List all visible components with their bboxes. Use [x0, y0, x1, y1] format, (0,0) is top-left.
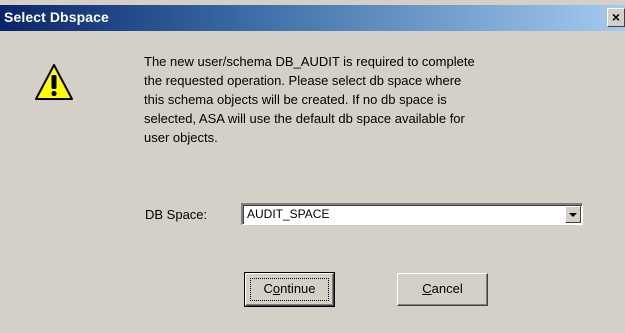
- dropdown-arrow-button[interactable]: [565, 206, 581, 223]
- focus-rectangle: [250, 278, 329, 301]
- db-space-dropdown[interactable]: AUDIT_SPACE: [241, 203, 583, 225]
- close-icon: ×: [611, 9, 621, 25]
- close-button[interactable]: ×: [607, 8, 625, 27]
- warning-icon: [35, 64, 73, 100]
- message-text: The new user/schema DB_AUDIT is required…: [144, 54, 475, 145]
- cancel-button[interactable]: Cancel: [397, 273, 488, 306]
- cancel-button-label: Cancel: [422, 281, 463, 296]
- db-space-label: DB Space:: [145, 207, 208, 222]
- dialog-title: Select Dbspace: [4, 9, 109, 25]
- continue-button[interactable]: Continue: [244, 272, 335, 307]
- title-bar[interactable]: Select Dbspace ×: [0, 5, 625, 31]
- select-dbspace-dialog: Select Dbspace × The new user/schema DB_…: [0, 0, 625, 333]
- db-space-selected-value: AUDIT_SPACE: [247, 207, 330, 221]
